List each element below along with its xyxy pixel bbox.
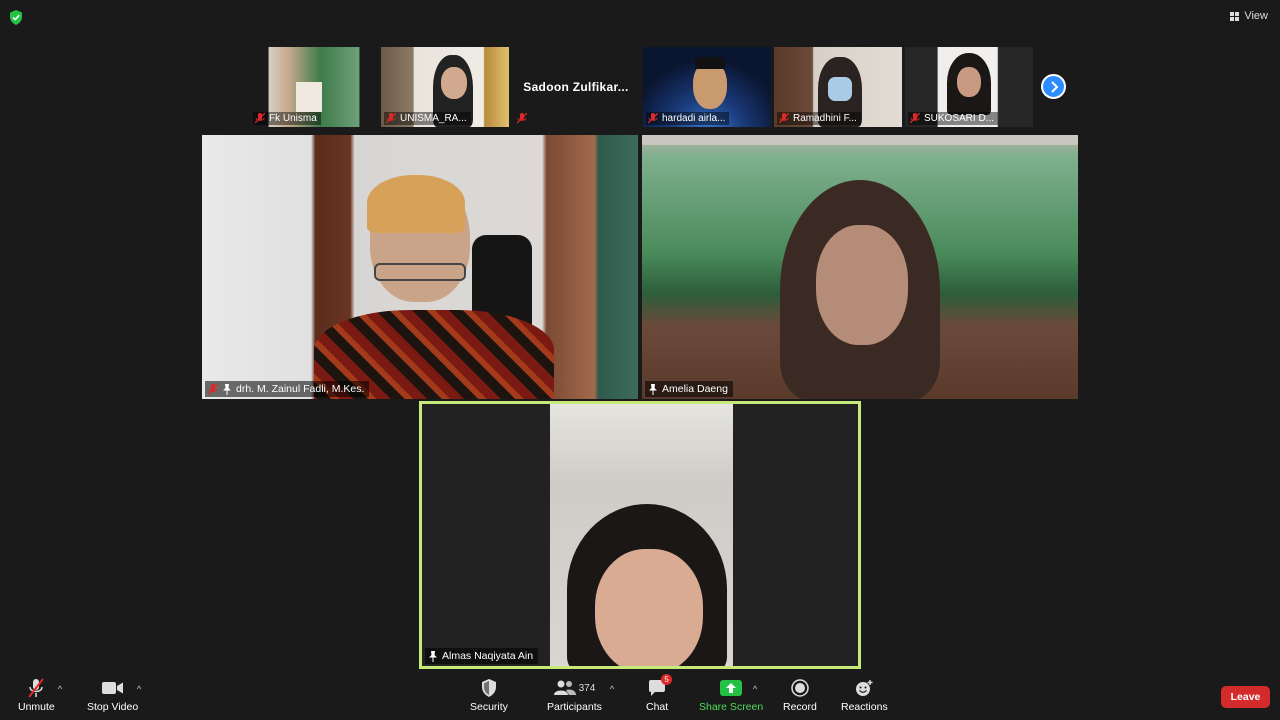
thumbnail-label: UNISMA_RA... [384, 112, 471, 125]
zoom-meeting-window: View Fk Unisma UNISMA_RA... Sadoon Zulfi… [0, 0, 1280, 720]
share-screen-label: Share Screen [699, 701, 764, 713]
participants-label: Participants [547, 701, 602, 713]
next-page-button[interactable] [1041, 74, 1066, 99]
thumbnail-label [515, 112, 531, 125]
leave-button[interactable]: Leave [1221, 686, 1270, 708]
participants-icon [553, 680, 576, 695]
thumbnail-unisma-ra[interactable]: UNISMA_RA... [381, 47, 509, 127]
person-face [957, 67, 981, 97]
pin-icon [649, 383, 657, 395]
participant-name: drh. M. Zainul Fadli, M.Kes. [236, 383, 365, 395]
share-options-caret-icon[interactable]: ^ [753, 684, 757, 694]
mic-muted-icon [517, 113, 527, 124]
participant-name: Amelia Daeng [662, 383, 728, 395]
record-label: Record [783, 701, 817, 713]
mic-muted-icon [779, 113, 789, 124]
thumbnail-sukosari[interactable]: SUKOSARI D... [905, 47, 1033, 127]
smiley-icon [856, 680, 873, 696]
video-camera-icon [101, 682, 123, 694]
person-cap [367, 175, 465, 233]
thumbnail-hardadi[interactable]: hardadi airla... [643, 47, 771, 127]
thumbnail-label: Fk Unisma [253, 112, 321, 125]
chat-label: Chat [646, 701, 669, 713]
meeting-toolbar: Unmute ^ Stop Video ^ Security 374 Parti… [0, 672, 1280, 720]
window-blinds [642, 135, 1078, 145]
participants-button[interactable]: 374 Participants [547, 678, 602, 713]
stop-video-button[interactable]: Stop Video [87, 678, 138, 713]
mic-muted-icon [208, 383, 218, 394]
mic-muted-icon [28, 678, 45, 698]
unmute-button[interactable]: Unmute [18, 678, 55, 713]
thumbnail-sadoon-zulfikar[interactable]: Sadoon Zulfikar... [512, 47, 640, 127]
pin-icon [429, 650, 437, 662]
security-button[interactable]: Security [470, 678, 508, 713]
participants-count: 374 [578, 682, 596, 694]
tile-label: Amelia Daeng [645, 381, 733, 397]
share-screen-icon [720, 680, 743, 696]
thumbnail-ramadhini[interactable]: Ramadhini F... [774, 47, 902, 127]
mic-muted-icon [386, 113, 396, 124]
person-glasses [374, 263, 466, 281]
thumbnail-label: SUKOSARI D... [908, 112, 999, 125]
shield-check-icon[interactable] [9, 10, 23, 25]
record-icon [791, 679, 809, 697]
thumbnail-label: hardadi airla... [646, 112, 730, 125]
thumbnail-label: Ramadhini F... [777, 112, 861, 125]
participant-name: Sadoon Zulfikar... [523, 80, 629, 94]
face-mask [828, 77, 852, 101]
video-inset [296, 82, 322, 112]
person-face [816, 225, 908, 345]
video-tile-amelia-daeng[interactable]: Amelia Daeng [642, 135, 1078, 399]
person-cap [695, 57, 725, 69]
audio-options-caret-icon[interactable]: ^ [58, 684, 62, 694]
grid-view-icon [1230, 11, 1240, 21]
thumbnail-strip: Fk Unisma UNISMA_RA... Sadoon Zulfikar..… [250, 47, 1033, 127]
chat-unread-badge: 5 [661, 674, 673, 685]
video-options-caret-icon[interactable]: ^ [137, 684, 141, 694]
reactions-button[interactable]: Reactions [841, 678, 888, 713]
record-button[interactable]: Record [783, 678, 817, 713]
unmute-label: Unmute [18, 701, 55, 713]
mic-muted-icon [648, 113, 658, 124]
mic-muted-icon [255, 113, 265, 124]
participants-options-caret-icon[interactable]: ^ [610, 684, 614, 694]
chat-button[interactable]: 5 Chat [646, 674, 673, 713]
person-face [441, 67, 467, 99]
pin-icon [223, 383, 231, 395]
view-button[interactable]: View [1230, 10, 1268, 22]
person-face [595, 549, 703, 666]
participant-name: Almas Naqiyata Ain [442, 650, 534, 662]
stop-video-label: Stop Video [87, 701, 139, 713]
thumbnail-fk-unisma[interactable]: Fk Unisma [250, 47, 378, 127]
security-label: Security [470, 701, 508, 713]
chevron-right-icon [1050, 80, 1058, 93]
video-tile-almas-naqiyata-ain[interactable]: Almas Naqiyata Ain [419, 401, 861, 669]
mic-muted-icon [910, 113, 920, 124]
tile-label: drh. M. Zainul Fadli, M.Kes. [205, 381, 370, 397]
security-shield-icon [481, 679, 496, 697]
view-label: View [1244, 10, 1268, 22]
video-tile-zainul-fadli[interactable]: drh. M. Zainul Fadli, M.Kes. [202, 135, 638, 399]
tile-label: Almas Naqiyata Ain [425, 648, 539, 664]
reactions-label: Reactions [841, 701, 888, 713]
